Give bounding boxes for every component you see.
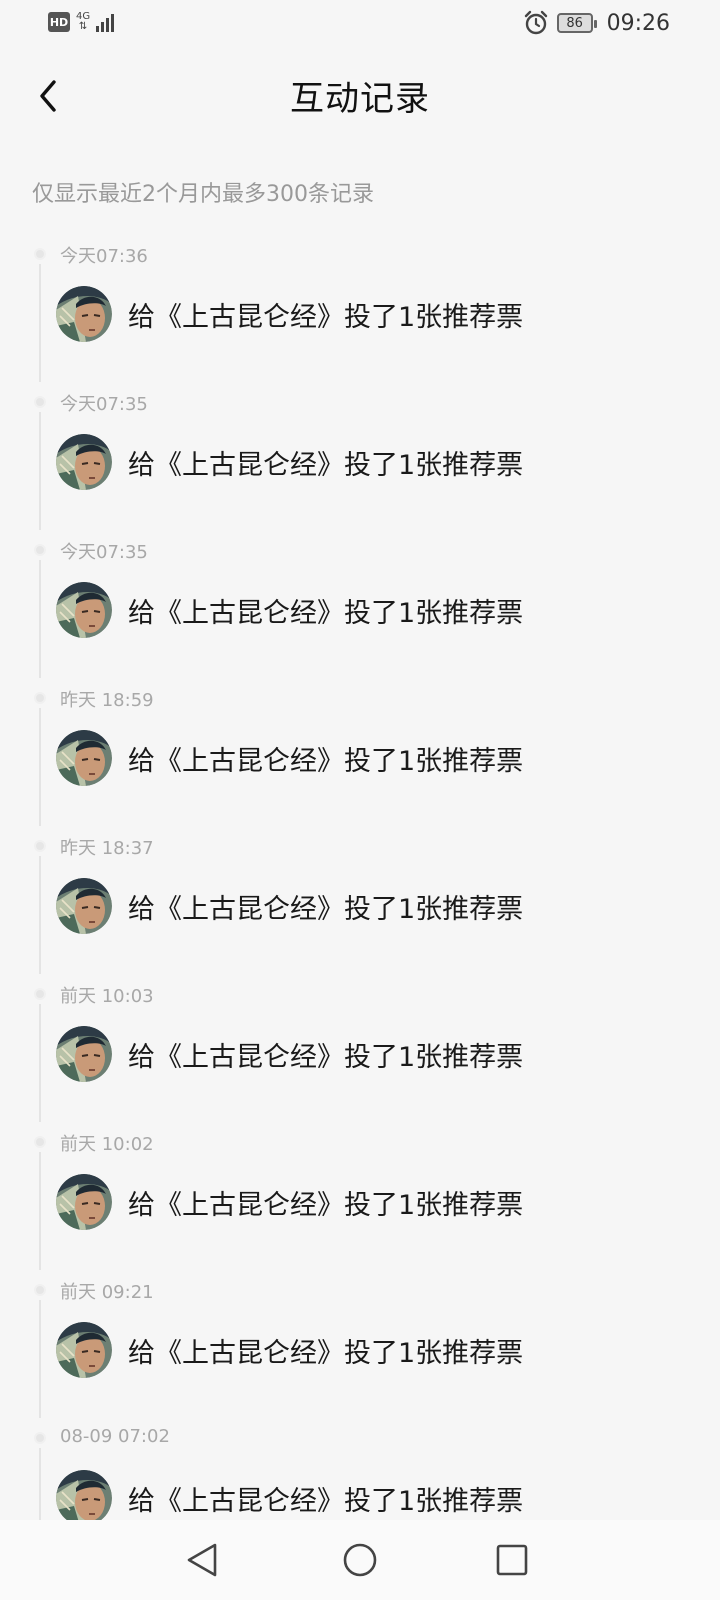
timeline-dot [34, 1432, 46, 1444]
timeline-dot [34, 988, 46, 1000]
record-text: 给《上古昆仑经》投了1张推荐票 [128, 1041, 524, 1073]
timeline-line [39, 1300, 41, 1418]
timeline-dot [34, 396, 46, 408]
timeline-entry: 昨天 18:59 给《上古昆仑经》投了1张推荐票 [0, 678, 720, 826]
timeline-entry: 今天07:36 给《上古昆仑经》投了1张推荐票 [0, 234, 720, 382]
nav-home-button[interactable] [338, 1538, 382, 1582]
record-item[interactable]: 给《上古昆仑经》投了1张推荐票 [56, 1174, 523, 1230]
status-left: HD 4G ⇅ [48, 12, 115, 32]
alarm-icon [524, 10, 547, 35]
avatar[interactable] [56, 730, 112, 786]
timeline-line [39, 264, 41, 382]
triangle-back-icon [187, 1543, 217, 1577]
timeline-entry: 前天 10:02 给《上古昆仑经》投了1张推荐票 [0, 1122, 720, 1270]
entry-time: 前天 09:21 [60, 1282, 154, 1303]
timeline-line [39, 1152, 41, 1270]
timeline-dot [34, 840, 46, 852]
timeline-line [39, 708, 41, 826]
record-item[interactable]: 给《上古昆仑经》投了1张推荐票 [56, 1322, 523, 1378]
status-time: 09:26 [606, 10, 670, 36]
timeline-entry: 今天07:35 给《上古昆仑经》投了1张推荐票 [0, 382, 720, 530]
timeline-entry: 前天 10:03 给《上古昆仑经》投了1张推荐票 [0, 974, 720, 1122]
record-text: 给《上古昆仑经》投了1张推荐票 [128, 301, 524, 333]
status-bar: HD 4G ⇅ 86 09:26 [0, 0, 720, 48]
square-recents-icon [496, 1544, 528, 1576]
data-arrows-icon: ⇅ [78, 21, 88, 32]
avatar[interactable] [56, 1174, 112, 1230]
back-arrow-icon [40, 80, 56, 112]
avatar[interactable] [56, 1322, 112, 1378]
timeline-dot [34, 248, 46, 260]
status-right: 86 09:26 [523, 10, 670, 36]
circle-home-icon [343, 1543, 377, 1577]
nav-recents-button[interactable] [490, 1538, 534, 1582]
record-item[interactable]: 给《上古昆仑经》投了1张推荐票 [56, 1470, 523, 1520]
timeline-line [39, 560, 41, 678]
avatar[interactable] [56, 434, 112, 490]
timeline-dot [34, 692, 46, 704]
record-limit-notice: 仅显示最近2个月内最多300条记录 [32, 182, 374, 207]
avatar[interactable] [56, 878, 112, 934]
timeline-dot [34, 1284, 46, 1296]
record-item[interactable]: 给《上古昆仑经》投了1张推荐票 [56, 878, 523, 934]
network-label: 4G ⇅ [76, 12, 90, 32]
record-text: 给《上古昆仑经》投了1张推荐票 [128, 1189, 524, 1221]
page-title: 互动记录 [290, 78, 430, 119]
entry-time: 前天 10:02 [60, 1134, 154, 1155]
timeline-dot [34, 1136, 46, 1148]
timeline-dot [34, 544, 46, 556]
timeline-entry: 08-09 07:02 给《上古昆仑经》投了1张推荐票 [0, 1418, 720, 1520]
avatar[interactable] [56, 1470, 112, 1520]
record-text: 给《上古昆仑经》投了1张推荐票 [128, 1485, 524, 1517]
system-nav-bar [0, 1520, 720, 1600]
timeline-line [39, 412, 41, 530]
timeline-entry: 昨天 18:37 给《上古昆仑经》投了1张推荐票 [0, 826, 720, 974]
record-item[interactable]: 给《上古昆仑经》投了1张推荐票 [56, 1026, 523, 1082]
record-text: 给《上古昆仑经》投了1张推荐票 [128, 449, 524, 481]
timeline-entry: 今天07:35 给《上古昆仑经》投了1张推荐票 [0, 530, 720, 678]
avatar[interactable] [56, 582, 112, 638]
timeline-line [39, 1004, 41, 1122]
entry-time: 今天07:35 [60, 542, 148, 563]
battery-indicator: 86 [556, 13, 597, 33]
timeline-line [39, 1448, 41, 1520]
header: 互动记录 [0, 60, 720, 130]
timeline-entry: 前天 09:21 给《上古昆仑经》投了1张推荐票 [0, 1270, 720, 1418]
record-item[interactable]: 给《上古昆仑经》投了1张推荐票 [56, 434, 523, 490]
entry-time: 前天 10:03 [60, 986, 154, 1007]
hd-badge: HD [48, 12, 70, 32]
record-text: 给《上古昆仑经》投了1张推荐票 [128, 597, 524, 629]
signal-icon [96, 12, 115, 32]
avatar[interactable] [56, 286, 112, 342]
nav-back-button[interactable] [180, 1538, 224, 1582]
avatar[interactable] [56, 1026, 112, 1082]
back-button[interactable] [26, 74, 70, 118]
record-item[interactable]: 给《上古昆仑经》投了1张推荐票 [56, 286, 523, 342]
interaction-timeline: 今天07:36 给《上古昆仑经》投了1张推荐票 今天07:35 给《上古昆仑经》投了1… [0, 234, 720, 1520]
record-item[interactable]: 给《上古昆仑经》投了1张推荐票 [56, 582, 523, 638]
entry-time: 今天07:35 [60, 394, 148, 415]
record-text: 给《上古昆仑经》投了1张推荐票 [128, 745, 524, 777]
entry-time: 昨天 18:37 [60, 838, 154, 859]
record-text: 给《上古昆仑经》投了1张推荐票 [128, 1337, 524, 1369]
record-text: 给《上古昆仑经》投了1张推荐票 [128, 893, 524, 925]
entry-time: 昨天 18:59 [60, 690, 154, 711]
entry-time: 08-09 07:02 [60, 1426, 170, 1447]
record-item[interactable]: 给《上古昆仑经》投了1张推荐票 [56, 730, 523, 786]
entry-time: 今天07:36 [60, 246, 148, 267]
timeline-line [39, 856, 41, 974]
